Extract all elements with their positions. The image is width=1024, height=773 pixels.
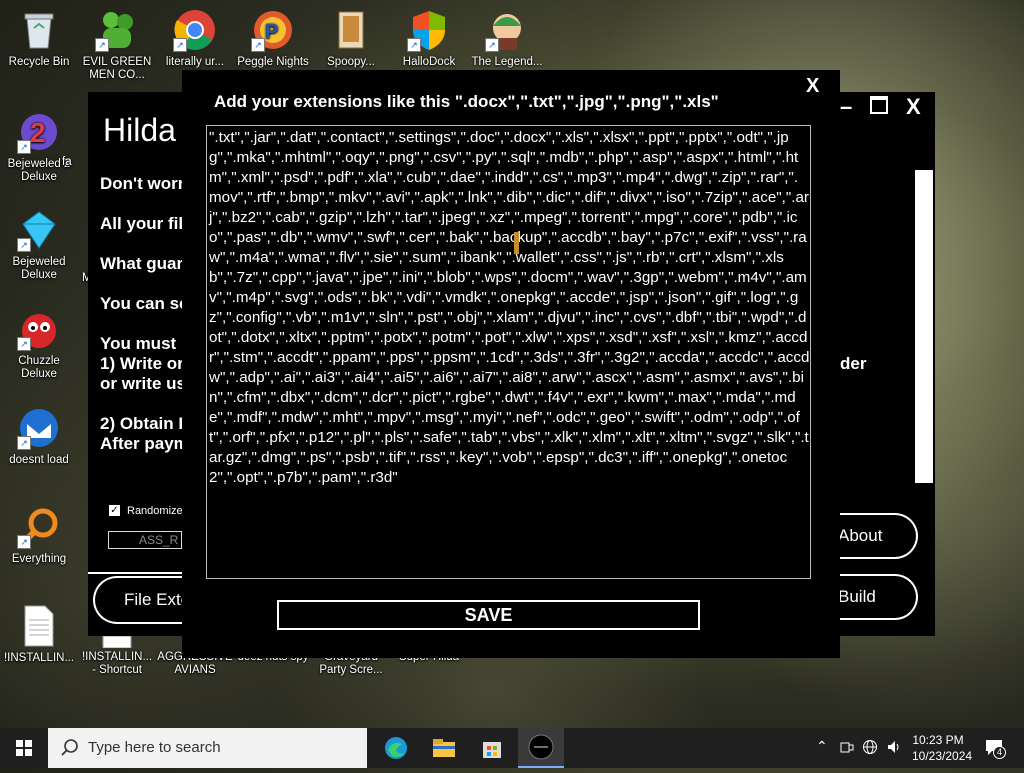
clock[interactable]: 10:23 PM 10/23/2024	[912, 733, 973, 763]
recycle-bin-icon	[17, 8, 61, 52]
start-button[interactable]	[0, 728, 48, 768]
windows-logo-icon	[16, 740, 32, 756]
desktop-icon-label: Peggle Nights	[237, 56, 309, 68]
chrome-icon: ↗	[173, 8, 217, 52]
svg-text:2: 2	[30, 117, 46, 148]
peggle-icon: P ↗	[251, 8, 295, 52]
text-cursor-icon	[514, 232, 519, 254]
info-line: 1) Write or	[100, 354, 184, 373]
randomize-label: Randomize	[127, 505, 183, 517]
maximize-button[interactable]	[870, 96, 888, 114]
store-icon[interactable]	[480, 736, 504, 760]
network-device-icon[interactable]	[840, 740, 854, 757]
desktop-icon-thunderbird[interactable]: ↗ doesnt load	[1, 406, 77, 467]
minimize-button[interactable]: –	[840, 94, 852, 120]
save-button[interactable]: SAVE	[277, 600, 700, 630]
shortcut-arrow-icon: ↗	[95, 38, 109, 52]
shortcut-arrow-icon: ↗	[407, 38, 421, 52]
shortcut-arrow-icon: ↗	[17, 535, 31, 549]
spoopy-icon	[329, 8, 373, 52]
legend-icon: ↗	[485, 8, 529, 52]
clock-time: 10:23 PM	[912, 733, 964, 747]
taskbar: Type here to search ⌃ 10:23 PM 10/23/202…	[0, 728, 1024, 768]
desktop-icon-label: Everything	[11, 553, 67, 565]
desktop-icon-bejeweled2[interactable]: 2 ↗ Bejeweled 2 Deluxe	[1, 110, 77, 184]
shield-icon: ↗	[407, 8, 451, 52]
desktop-icon-spoopy[interactable]: Spoopy...	[313, 8, 389, 69]
chevron-up-icon[interactable]: ⌃	[816, 738, 828, 755]
name-input[interactable]: ASS_R	[108, 531, 182, 549]
desktop-icon-label: Bejeweled Deluxe	[12, 256, 66, 281]
desktop-icon-everything[interactable]: ↗ Everything	[1, 505, 77, 566]
notification-button[interactable]: 4	[984, 737, 1007, 760]
info-line-right: der	[840, 354, 867, 373]
desktop-icon-peggle[interactable]: P ↗ Peggle Nights	[235, 8, 311, 69]
shortcut-arrow-icon: ↗	[17, 238, 31, 252]
bejeweled2-icon: 2 ↗	[17, 110, 61, 154]
globe-icon[interactable]	[862, 739, 878, 758]
info-line: 2) Obtain I	[100, 414, 184, 433]
desktop-icon-label: doesnt load	[9, 454, 69, 466]
desktop-icon-label: Chuzzle Deluxe	[18, 355, 60, 380]
green-men-icon: ↗	[95, 8, 139, 52]
shortcut-arrow-icon: ↗	[251, 38, 265, 52]
desktop-icon-label: literally ur...	[165, 56, 225, 68]
edge-icon[interactable]	[384, 736, 408, 760]
desktop-icon-chuzzle[interactable]: ↗ Chuzzle Deluxe	[1, 307, 77, 381]
bejeweled-icon: ↗	[17, 208, 61, 252]
shortcut-arrow-icon: ↗	[17, 337, 31, 351]
thunderbird-icon: ↗	[17, 406, 61, 450]
extensions-textarea[interactable]: ".txt",".jar",".dat",".contact",".settin…	[206, 125, 811, 579]
desktop-icon-label: Recycle Bin	[8, 56, 70, 68]
info-line: You must	[100, 334, 177, 353]
dialog-title: Add your extensions like this ".docx",".…	[214, 92, 719, 111]
text-file-icon	[17, 604, 61, 648]
info-line: Don't worr	[100, 174, 185, 193]
info-line: After paym	[100, 434, 189, 453]
chuzzle-icon: ↗	[17, 307, 61, 351]
notification-badge: 4	[993, 746, 1007, 759]
svg-text:P: P	[265, 21, 278, 43]
desktop-icon-label: Spoopy...	[327, 56, 375, 68]
clock-date: 10/23/2024	[912, 749, 973, 763]
window-heading: Hilda	[103, 112, 176, 148]
randomize-checkbox[interactable]: ✓	[109, 505, 120, 516]
desktop-icon-chrome[interactable]: ↗ literally ur...	[157, 8, 233, 69]
close-button[interactable]: X	[906, 94, 921, 120]
desktop-icon-recycle-bin[interactable]: Recycle Bin	[1, 8, 77, 69]
desktop-icon-hallodock[interactable]: ↗ HalloDock	[391, 8, 467, 69]
dialog-close-button[interactable]: X	[806, 75, 819, 98]
volume-icon[interactable]	[886, 739, 902, 758]
file-ext-button-frame	[88, 572, 188, 574]
scrollbar[interactable]	[915, 170, 933, 483]
shortcut-file-icon	[95, 635, 139, 649]
search-icon	[61, 739, 78, 756]
desktop-icon-label: !INSTALLIN... - Shortcut	[81, 651, 153, 676]
desktop-icon-label: The Legend...	[471, 56, 543, 68]
chaos-app-button[interactable]	[518, 728, 564, 768]
shortcut-arrow-icon: ↗	[17, 140, 31, 154]
info-line: All your file	[100, 214, 193, 233]
desktop-icon-label: HalloDock	[402, 56, 456, 68]
everything-search-icon: ↗	[17, 505, 61, 549]
desktop-icon-label: !INSTALLIN...	[3, 652, 75, 664]
desktop-icon-evil-green-men[interactable]: ↗ EVIL GREEN MEN CO...	[79, 8, 155, 82]
chaos-app-icon	[528, 734, 554, 760]
shortcut-arrow-icon: ↗	[17, 436, 31, 450]
desktop-icon-installing-shortcut[interactable]: !INSTALLIN... - Shortcut	[79, 635, 155, 677]
shortcut-arrow-icon: ↗	[173, 38, 187, 52]
info-line: or write us	[100, 374, 186, 393]
taskbar-search-box[interactable]: Type here to search	[48, 728, 367, 768]
search-placeholder: Type here to search	[88, 739, 221, 756]
info-line: You can se	[100, 294, 189, 313]
desktop-icon-bejeweled[interactable]: ↗ Bejeweled Deluxe	[1, 208, 77, 282]
desktop-icon-legend[interactable]: ↗ The Legend...	[469, 8, 545, 69]
info-line: What guar	[100, 254, 184, 273]
desktop-icon-installing-txt[interactable]: !INSTALLIN...	[1, 604, 77, 665]
extensions-dialog: Add your extensions like this ".docx",".…	[182, 70, 840, 658]
desktop-icon-label: EVIL GREEN MEN CO...	[82, 56, 152, 81]
shortcut-arrow-icon: ↗	[485, 38, 499, 52]
file-explorer-icon[interactable]	[432, 736, 456, 760]
